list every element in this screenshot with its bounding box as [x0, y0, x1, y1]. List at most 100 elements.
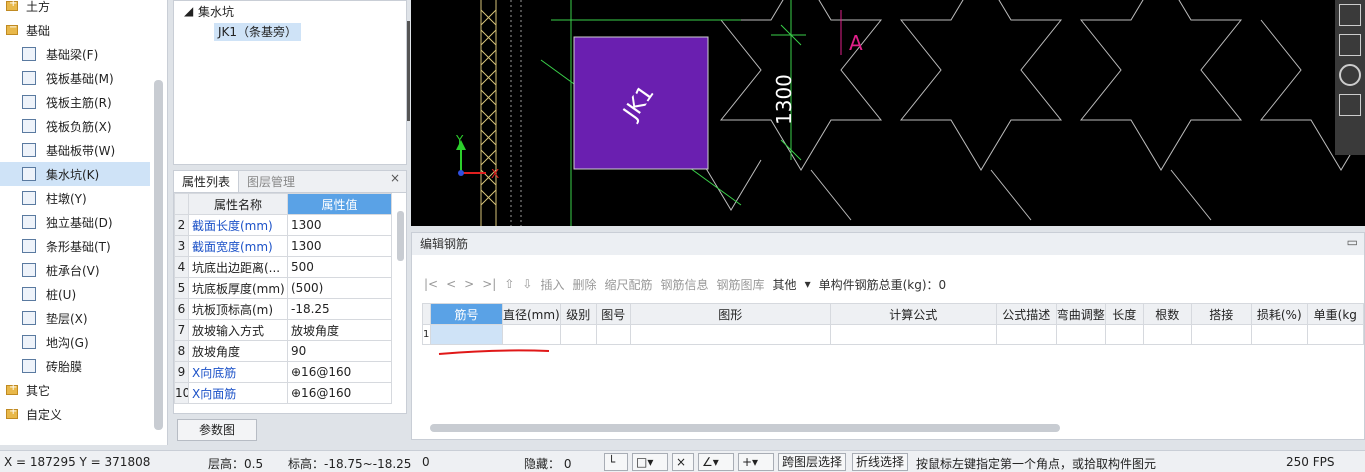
delete-button[interactable]: 删除	[572, 276, 596, 293]
angle-icon[interactable]: ∠▾	[698, 453, 734, 471]
property-row[interactable]: 9 X向底筋 ⊕16@160	[174, 361, 392, 383]
rebar-cell[interactable]	[595, 324, 631, 345]
tree-item[interactable]: 筏板基础(M)	[0, 66, 150, 90]
next-icon[interactable]: >	[464, 277, 474, 291]
property-value[interactable]: 90	[287, 340, 392, 362]
select-box-icon[interactable]: □▾	[632, 453, 668, 471]
tree-item[interactable]: 基础梁(F)	[0, 42, 150, 66]
rebar-col-header: 图号	[595, 303, 631, 325]
property-name: 放坡角度	[188, 340, 288, 362]
property-value[interactable]: 500	[287, 256, 392, 278]
last-icon[interactable]: >|	[482, 277, 496, 291]
property-row[interactable]: 6 坑板顶标高(m) -18.25	[174, 298, 392, 320]
scale-rebar-button[interactable]: 缩尺配筋	[605, 276, 653, 293]
layers-icon[interactable]	[1339, 94, 1361, 116]
rebar-cell[interactable]	[629, 324, 831, 345]
property-value[interactable]: ⊕16@160	[287, 382, 392, 404]
rebar-cell[interactable]	[829, 324, 997, 345]
folder-icon[interactable]	[6, 0, 18, 11]
cross-icon[interactable]: ×	[672, 453, 694, 471]
view-cube-icon[interactable]	[1339, 4, 1361, 26]
tree-item[interactable]: 条形基础(T)	[0, 234, 150, 258]
red-underline-annotation	[438, 349, 550, 355]
tree-item[interactable]: 独立基础(D)	[0, 210, 150, 234]
tab-property-list[interactable]: 属性列表	[174, 171, 240, 192]
chevron-down-icon[interactable]: ▾	[805, 277, 811, 291]
polyline-select-button[interactable]: 折线选择	[852, 453, 909, 471]
other-menu-button[interactable]: 其他	[773, 276, 797, 293]
property-row[interactable]: 4 坑底出边距离(... 500	[174, 256, 392, 278]
tree-item[interactable]: 自定义	[0, 402, 150, 426]
tree-scrollbar[interactable]	[154, 80, 163, 430]
tree-item[interactable]: 垫层(X)	[0, 306, 150, 330]
rebar-cell[interactable]	[1306, 324, 1364, 345]
rebar-cell[interactable]	[1190, 324, 1252, 345]
tree-item[interactable]: 筏板负筋(X)	[0, 114, 150, 138]
rebar-cell[interactable]	[502, 324, 561, 345]
component-jk1-item[interactable]: JK1（条基旁）	[214, 23, 302, 41]
insert-button[interactable]: 插入	[540, 276, 564, 293]
collapse-icon[interactable]: ▭	[1347, 235, 1358, 249]
rebar-info-button[interactable]: 钢筋信息	[661, 276, 709, 293]
tree-item-label: 垫层(X)	[46, 311, 88, 326]
tree-item[interactable]: 地沟(G)	[0, 330, 150, 354]
tree-root-label[interactable]: 集水坑	[198, 3, 234, 20]
close-icon[interactable]: ×	[384, 171, 406, 192]
folder-icon[interactable]	[6, 22, 18, 35]
property-value[interactable]: -18.25	[287, 298, 392, 320]
property-row[interactable]: 7 放坡输入方式 放坡角度	[174, 319, 392, 341]
rebar-cell[interactable]	[1250, 324, 1308, 345]
ortho-icon[interactable]: └	[604, 453, 628, 471]
rebar-cell[interactable]	[1104, 324, 1144, 345]
params-diagram-button[interactable]: 参数图	[177, 419, 257, 441]
property-scrollbar[interactable]	[397, 211, 404, 261]
rebar-cell[interactable]	[995, 324, 1057, 345]
component-type-tree[interactable]: 土方基础基础梁(F) 筏板基础(M) 筏板主筋(R) 筏板负筋(X) 基础板带(W) 集水…	[0, 0, 168, 445]
property-value[interactable]: 放坡角度	[287, 319, 392, 341]
tree-item[interactable]: 桩(U)	[0, 282, 150, 306]
property-row[interactable]: 2 截面长度(mm) 1300	[174, 214, 392, 236]
tree-item-label: 独立基础(D)	[46, 215, 113, 230]
collapse-icon[interactable]: ◢	[184, 4, 193, 18]
property-row[interactable]: 10X向面筋⊕16@160	[174, 382, 392, 404]
prev-icon[interactable]: <	[446, 277, 456, 291]
tab-layer-management[interactable]: 图层管理	[239, 171, 303, 192]
panel-scrollbar[interactable]	[407, 21, 410, 121]
rebar-cell[interactable]	[430, 324, 503, 345]
property-name: 坑底出边距离(...	[188, 256, 288, 278]
property-value[interactable]: (500)	[287, 277, 392, 299]
property-name: 放坡输入方式	[188, 319, 288, 341]
cross-layer-select-button[interactable]: 跨图层选择	[778, 453, 847, 471]
tree-item[interactable]: 基础板带(W)	[0, 138, 150, 162]
property-row[interactable]: 3 截面宽度(mm) 1300	[174, 235, 392, 257]
tree-item[interactable]: 柱墩(Y)	[0, 186, 150, 210]
folder-icon[interactable]	[6, 382, 18, 395]
box-icon[interactable]	[1339, 34, 1361, 56]
rebar-horizontal-scrollbar[interactable]	[430, 424, 1060, 432]
rebar-cell[interactable]	[1055, 324, 1106, 345]
rebar-cell[interactable]	[559, 324, 597, 345]
move-up-icon[interactable]: ⇧	[504, 277, 514, 291]
rebar-cell[interactable]	[1142, 324, 1192, 345]
tree-item[interactable]: 集水坑(K)	[0, 162, 150, 186]
move-down-icon[interactable]: ⇩	[522, 277, 532, 291]
component-icon	[22, 215, 36, 229]
rotate-icon[interactable]	[1339, 64, 1361, 86]
tree-item[interactable]: 土方	[0, 0, 150, 18]
tree-item[interactable]: 基础	[0, 18, 150, 42]
tree-item[interactable]: 其它	[0, 378, 150, 402]
property-row[interactable]: 5 坑底板厚度(mm) (500)	[174, 277, 392, 299]
property-value[interactable]: 1300	[287, 214, 392, 236]
tree-item[interactable]: 筏板主筋(R)	[0, 90, 150, 114]
property-row[interactable]: 8 放坡角度 90	[174, 340, 392, 362]
first-icon[interactable]: |<	[424, 277, 438, 291]
folder-icon[interactable]	[6, 406, 18, 419]
rebar-library-button[interactable]: 钢筋图库	[717, 276, 765, 293]
property-value[interactable]: ⊕16@160	[287, 361, 392, 383]
snap-icon[interactable]: +▾	[738, 453, 774, 471]
property-value[interactable]: 1300	[287, 235, 392, 257]
tree-item[interactable]: 桩承台(V)	[0, 258, 150, 282]
tree-item[interactable]: 砖胎膜	[0, 354, 150, 378]
drawing-canvas[interactable]: JK1 1300 A Y X	[411, 0, 1365, 226]
rebar-col-header: 长度	[1104, 303, 1144, 325]
